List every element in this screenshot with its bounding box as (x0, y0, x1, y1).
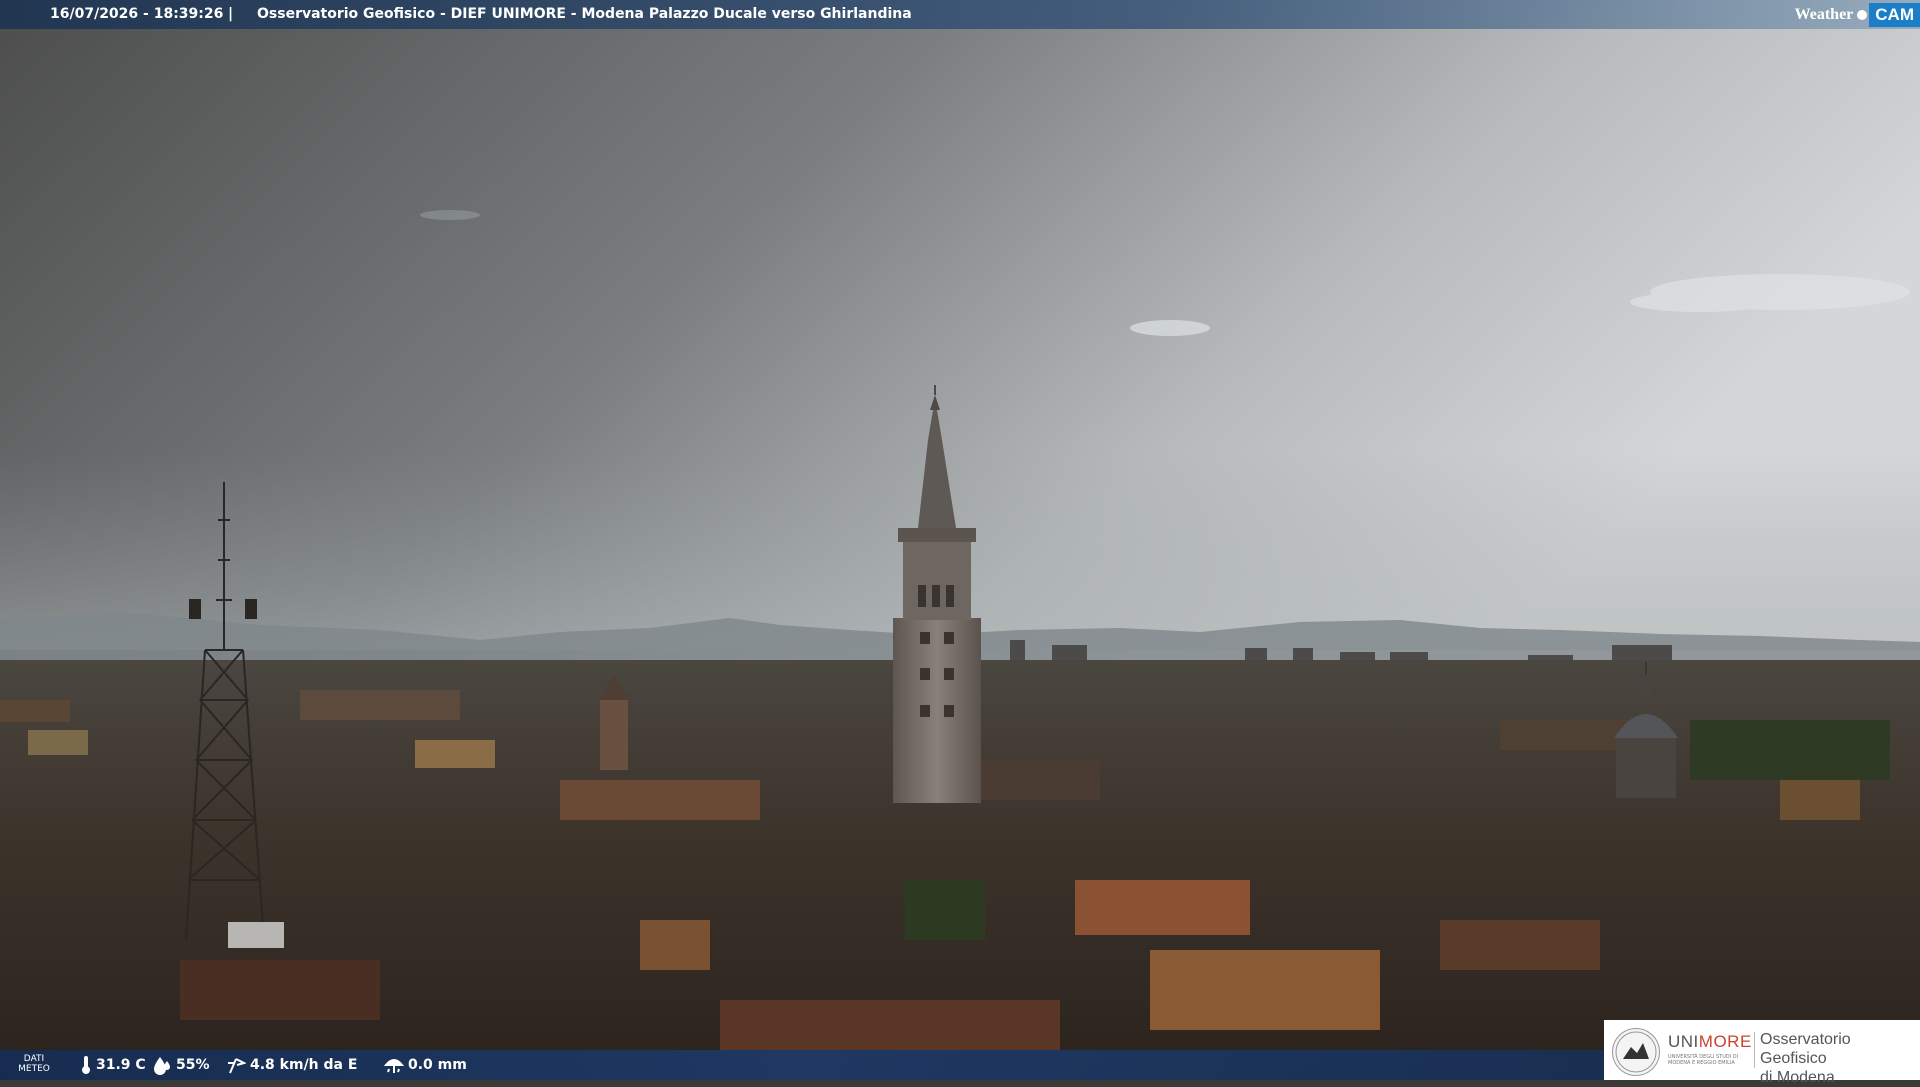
temperature-value: 31.9 C (96, 1057, 146, 1073)
rain-value: 0.0 mm (408, 1057, 467, 1073)
weathercam-logo: Weather CAM (1791, 0, 1920, 29)
humidity-drops-icon (154, 1057, 170, 1075)
wind-vane-icon (228, 1058, 246, 1074)
university-seal-icon (1612, 1028, 1660, 1076)
rain-gauge-icon (384, 1059, 404, 1073)
logo-divider (1754, 1032, 1755, 1068)
brand-weather-text: Weather (1794, 6, 1854, 23)
humidity-reading: 55% (152, 1050, 210, 1080)
webcam-view (0, 0, 1920, 1080)
unimore-wordmark: UNIMORE (1668, 1032, 1752, 1051)
weather-data-label: DATI METEO (18, 1054, 50, 1074)
rain-reading: 0.0 mm (384, 1050, 467, 1080)
thermometer-icon (82, 1056, 90, 1074)
header-bar: 16/07/2026 - 18:39:26 | Osservatorio Geo… (0, 0, 1920, 29)
camera-title: Osservatorio Geofisico - DIEF UNIMORE - … (257, 6, 912, 22)
wind-reading: 4.8 km/h da E (226, 1050, 357, 1080)
university-subtitle: UNIVERSITÀ DEGLI STUDI DI MODENA E REGGI… (1668, 1054, 1739, 1066)
wind-value: 4.8 km/h da E (250, 1057, 358, 1073)
brand-dot-icon (1857, 9, 1868, 20)
brand-cam-text: CAM (1869, 2, 1920, 27)
unimore-observatory-logo: UNIMORE UNIVERSITÀ DEGLI STUDI DI MODENA… (1604, 1020, 1920, 1086)
weather-data-bar: DATI METEO 31.9 C 55% 4.8 km/h da E 0.0 … (0, 1050, 1604, 1080)
antenna-dish-array (228, 922, 284, 948)
datetime-stamp: 16/07/2026 - 18:39:26 (50, 6, 224, 22)
humidity-value: 55% (176, 1057, 210, 1073)
header-separator: | (228, 6, 234, 22)
temperature-reading: 31.9 C (80, 1050, 146, 1080)
observatory-name: Osservatorio Geofisico di Modena (1760, 1031, 1851, 1086)
